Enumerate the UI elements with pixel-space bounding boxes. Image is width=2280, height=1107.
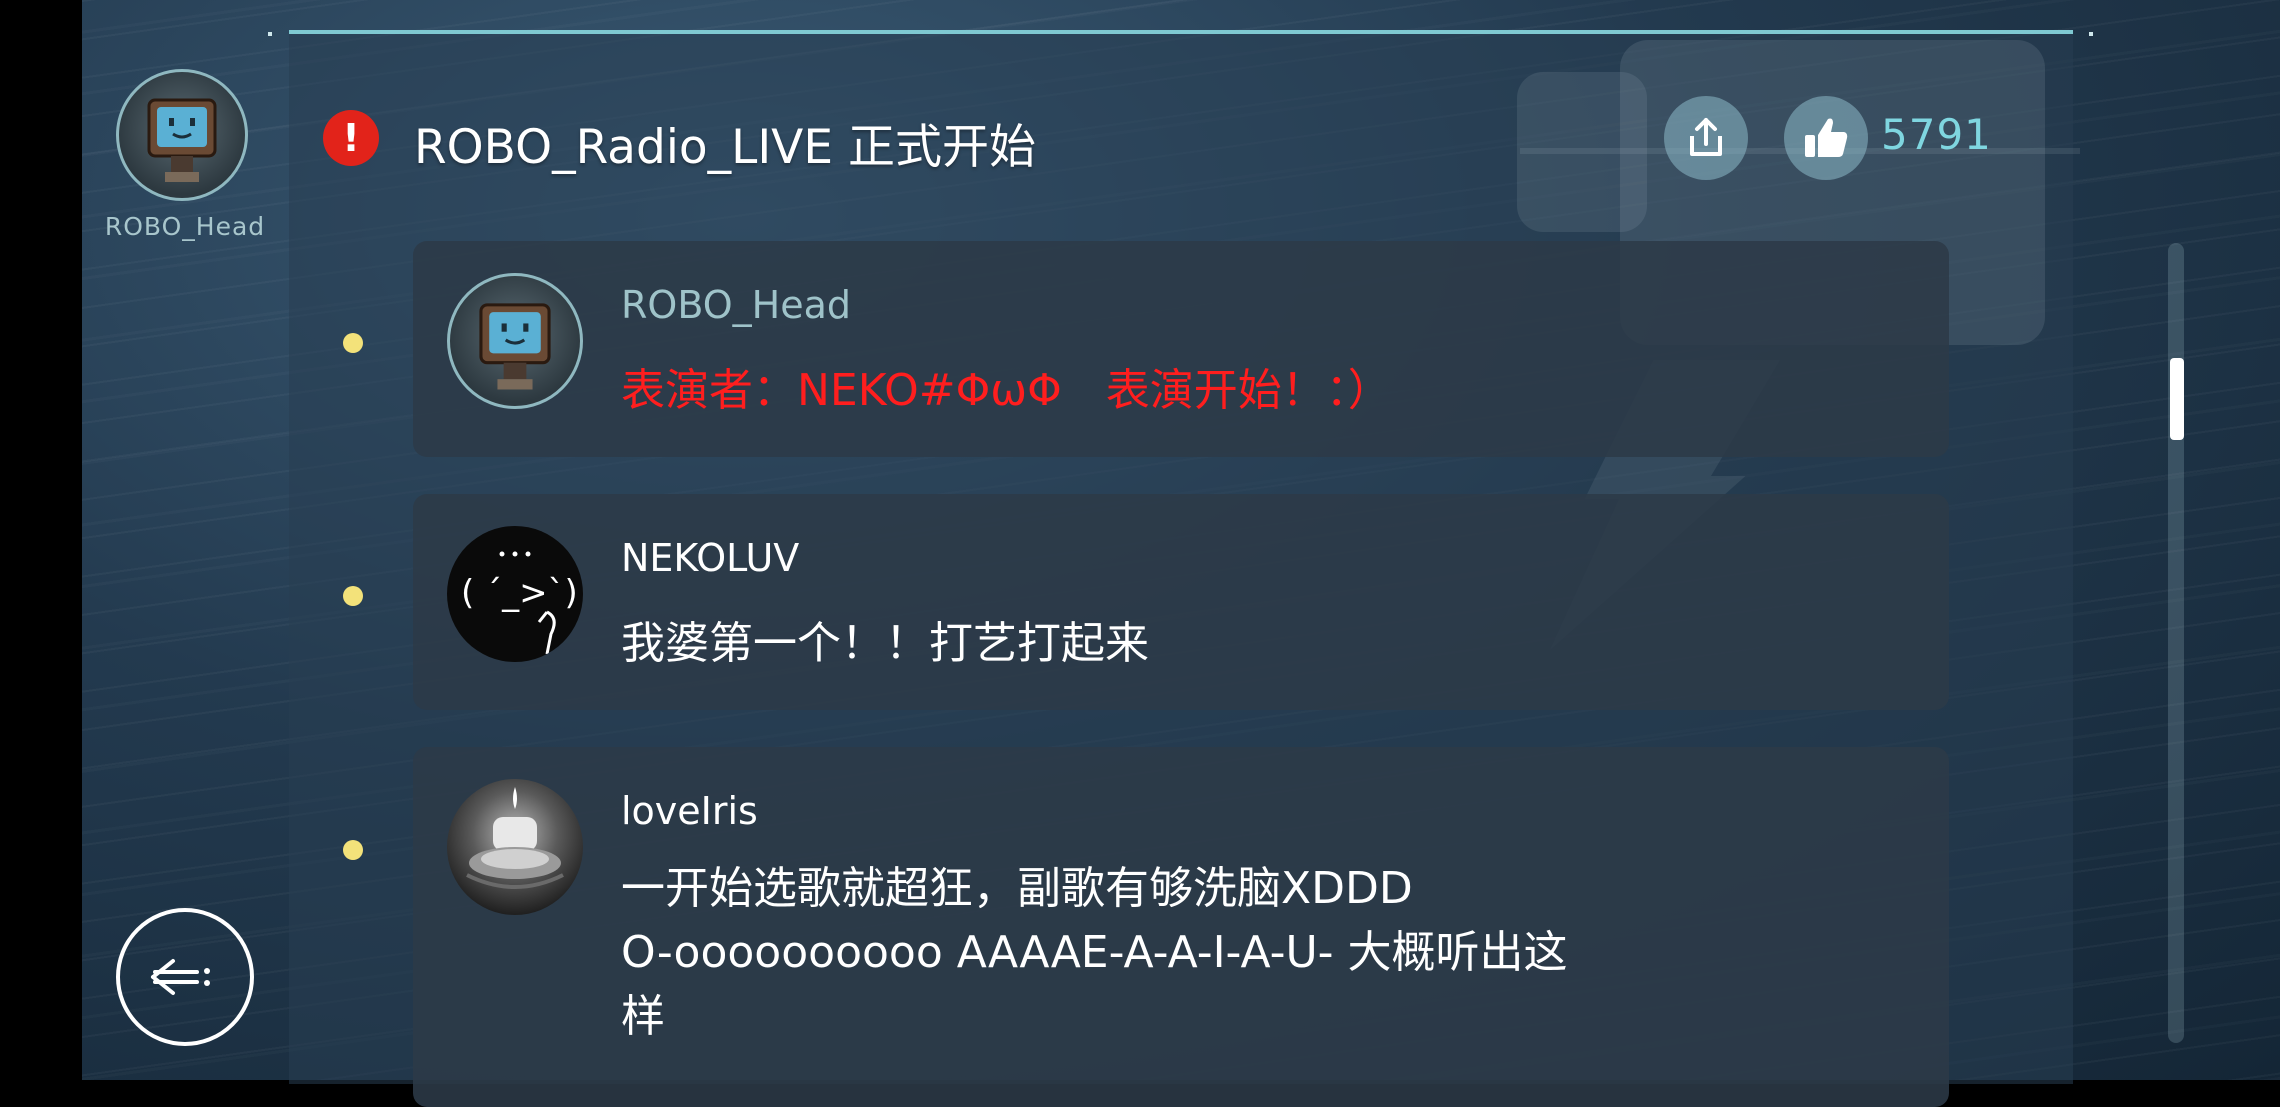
back-icon xyxy=(151,959,210,995)
comment-text-line: 一开始选歌就超狂，副歌有够洗脑XDDD xyxy=(621,863,1413,914)
comment-card[interactable]: ( ´_>`) NEKOLUV 我婆第一个！！打艺打起来 xyxy=(413,494,1949,710)
live-title: ROBO_Radio_LIVE 正式开始 xyxy=(414,120,1036,175)
comment-bullet xyxy=(343,840,363,860)
comment-text-line: 样 xyxy=(621,991,665,1042)
scrollbar-thumb[interactable] xyxy=(2170,358,2184,440)
back-button[interactable] xyxy=(116,908,254,1046)
commenter-avatar[interactable]: ( ´_>`) xyxy=(447,526,583,662)
comment-bullet xyxy=(343,586,363,606)
svg-text:( ´_>`): ( ´_>`) xyxy=(461,573,578,613)
comment-text: 一开始选歌就超狂，副歌有够洗脑XDDD O-oooooooooo AAAAE-A… xyxy=(621,857,1568,1049)
commenter-name: NEKOLUV xyxy=(621,536,800,580)
thumbs-up-icon xyxy=(1805,118,1848,157)
panel-corner-dot xyxy=(268,32,272,36)
left-black-strip xyxy=(0,0,82,1080)
like-button[interactable] xyxy=(1784,96,1868,180)
commenter-name: ROBO_Head xyxy=(621,283,851,327)
host-avatar[interactable] xyxy=(116,69,248,201)
commenter-avatar[interactable] xyxy=(447,779,583,915)
comment-text: 我婆第一个！！打艺打起来 xyxy=(621,618,1149,669)
commenter-avatar[interactable] xyxy=(447,273,583,409)
commenter-name: loveIris xyxy=(621,789,758,833)
comment-card[interactable]: loveIris 一开始选歌就超狂，副歌有够洗脑XDDD O-ooooooooo… xyxy=(413,747,1949,1107)
like-count: 5791 xyxy=(1881,110,1992,159)
host-name: ROBO_Head xyxy=(104,212,266,241)
comment-text-line: O-oooooooooo AAAAE-A-A-I-A-U- 大概听出这 xyxy=(621,927,1568,978)
comment-text: 表演者：NEKO#ΦωΦ 表演开始！：） xyxy=(621,365,1392,416)
comment-bullet xyxy=(343,333,363,353)
share-button[interactable] xyxy=(1664,96,1748,180)
comment-card[interactable]: ROBO_Head 表演者：NEKO#ΦωΦ 表演开始！：） xyxy=(413,241,1949,457)
panel-corner-dot xyxy=(2089,32,2093,36)
alert-icon: ! xyxy=(323,110,379,166)
share-icon xyxy=(1690,118,1722,156)
